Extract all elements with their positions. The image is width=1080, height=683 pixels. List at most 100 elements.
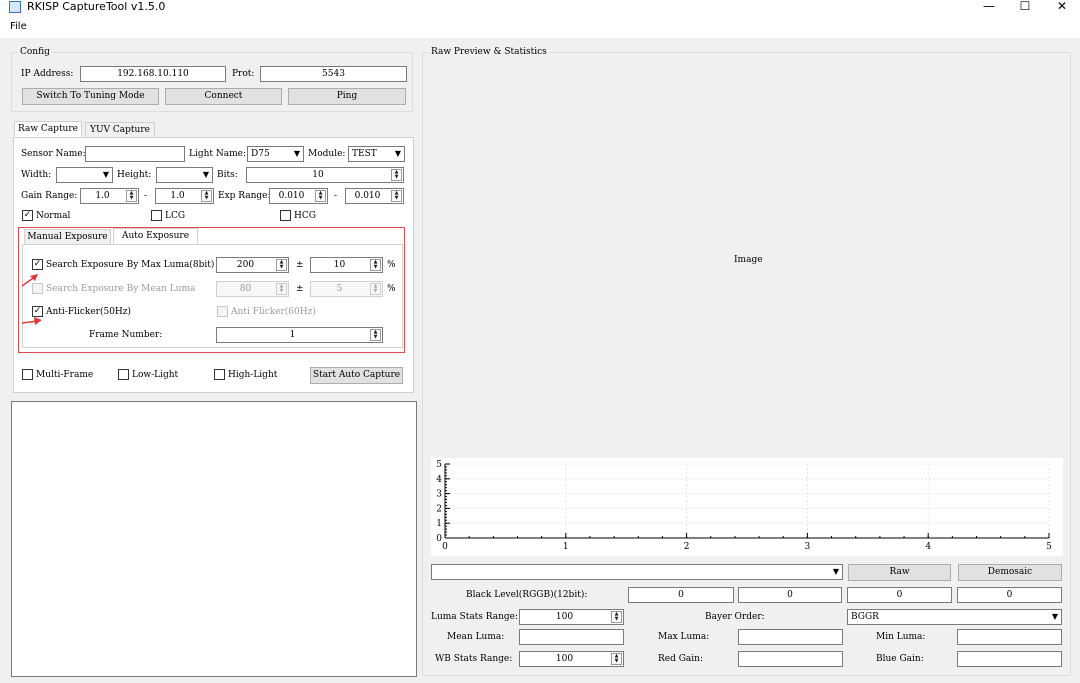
gain-max-value: 1.0 bbox=[170, 191, 185, 201]
spin-arrows-icon[interactable]: ▲ ▼ bbox=[370, 259, 381, 271]
tab-yuv-capture[interactable]: YUV Capture bbox=[85, 122, 155, 138]
connect-button[interactable]: Connect bbox=[165, 88, 282, 105]
window-title: RKISP CaptureTool v1.5.0 bbox=[27, 0, 166, 13]
raw-preview-title: Raw Preview & Statistics bbox=[429, 46, 549, 58]
module-value: TEST bbox=[352, 149, 377, 159]
x-tick-label: 1 bbox=[563, 542, 569, 552]
exp-min-spinbox[interactable]: 0.010 ▲ ▼ bbox=[269, 188, 328, 204]
bayer-order-label: Bayer Order: bbox=[705, 612, 765, 622]
low-light-label: Low-Light bbox=[132, 370, 179, 380]
subtab-manual-exposure[interactable]: Manual Exposure bbox=[24, 229, 111, 245]
module-combo[interactable]: TEST ▼ bbox=[348, 146, 405, 162]
maximize-button[interactable]: ☐ bbox=[1013, 0, 1037, 14]
width-combo[interactable]: ▼ bbox=[56, 167, 113, 183]
height-combo[interactable]: ▼ bbox=[156, 167, 213, 183]
spin-arrows-icon[interactable]: ▲ ▼ bbox=[391, 190, 402, 202]
raw-preview-group: Raw Preview & Statistics bbox=[422, 46, 1071, 676]
mean-luma-spinbox[interactable]: 80 ▲ ▼ bbox=[216, 281, 289, 297]
red-gain-field[interactable] bbox=[738, 651, 843, 667]
anti-flicker-60-label: Anti Flicker(60Hz) bbox=[231, 307, 316, 317]
spin-arrows-icon[interactable]: ▲ ▼ bbox=[370, 329, 381, 341]
chevron-down-icon: ▼ bbox=[832, 567, 839, 576]
black-level-gb[interactable]: 0 bbox=[847, 587, 952, 603]
exp-label: Exp Range: bbox=[218, 191, 271, 201]
luma-range-spinbox[interactable]: 100 ▲ ▼ bbox=[519, 609, 624, 625]
menu-bar: File bbox=[0, 18, 1080, 38]
raw-button[interactable]: Raw bbox=[848, 564, 951, 581]
subtab-auto-exposure[interactable]: Auto Exposure bbox=[113, 228, 198, 244]
start-auto-capture-button[interactable]: Start Auto Capture bbox=[310, 367, 403, 384]
high-light-label: High-Light bbox=[228, 370, 278, 380]
normal-checkbox[interactable]: ✓ bbox=[22, 210, 33, 221]
max-luma-tolerance-value: 10 bbox=[333, 260, 346, 270]
max-luma-tolerance-spinbox[interactable]: 10 ▲ ▼ bbox=[310, 257, 383, 273]
exp-max-value: 0.010 bbox=[354, 191, 381, 201]
blue-gain-field[interactable] bbox=[957, 651, 1062, 667]
max-luma-spinbox[interactable]: 200 ▲ ▼ bbox=[216, 257, 289, 273]
mean-luma-tolerance-spinbox[interactable]: 5 ▲ ▼ bbox=[310, 281, 383, 297]
gain-max-spinbox[interactable]: 1.0 ▲ ▼ bbox=[155, 188, 214, 204]
wb-range-spinbox[interactable]: 100 ▲ ▼ bbox=[519, 651, 624, 667]
normal-label: Normal bbox=[36, 211, 71, 221]
demosaic-button[interactable]: Demosaic bbox=[958, 564, 1062, 581]
mean-luma-tolerance-value: 5 bbox=[336, 284, 343, 294]
bayer-order-combo[interactable]: BGGR ▼ bbox=[847, 609, 1062, 625]
spin-arrows-icon[interactable]: ▲ ▼ bbox=[276, 283, 287, 295]
min-luma-stat-field[interactable] bbox=[957, 629, 1062, 645]
black-level-gr[interactable]: 0 bbox=[738, 587, 842, 603]
high-light-checkbox[interactable] bbox=[214, 369, 225, 380]
black-level-b[interactable]: 0 bbox=[957, 587, 1062, 603]
port-input[interactable]: 5543 bbox=[260, 66, 407, 82]
hcg-checkbox[interactable] bbox=[280, 210, 291, 221]
low-light-checkbox[interactable] bbox=[118, 369, 129, 380]
frame-number-value: 1 bbox=[289, 330, 296, 340]
spin-arrows-icon[interactable]: ▲ ▼ bbox=[611, 611, 622, 623]
spin-arrows-icon[interactable]: ▲ ▼ bbox=[201, 190, 212, 202]
bayer-order-value: BGGR bbox=[851, 612, 879, 622]
menu-file[interactable]: File bbox=[10, 21, 27, 32]
spin-arrows-icon[interactable]: ▲ ▼ bbox=[391, 169, 402, 181]
tab-raw-capture[interactable]: Raw Capture bbox=[14, 121, 82, 137]
mean-luma-stat-field[interactable] bbox=[519, 629, 624, 645]
anti-flicker-60-checkbox[interactable] bbox=[217, 306, 228, 317]
switch-tuning-button[interactable]: Switch To Tuning Mode bbox=[22, 88, 159, 105]
spin-arrows-icon[interactable]: ▲ ▼ bbox=[611, 653, 622, 665]
light-combo[interactable]: D75 ▼ bbox=[247, 146, 304, 162]
frame-number-spinbox[interactable]: 1 ▲ ▼ bbox=[216, 327, 383, 343]
y-tick-label: 4 bbox=[436, 475, 442, 485]
mean-luma-stat-label: Mean Luma: bbox=[447, 632, 505, 642]
y-tick-label: 1 bbox=[436, 519, 442, 529]
luma-range-label: Luma Stats Range: bbox=[431, 612, 519, 622]
spin-arrows-icon[interactable]: ▲ ▼ bbox=[126, 190, 137, 202]
spin-arrows-icon[interactable]: ▲ ▼ bbox=[315, 190, 326, 202]
anti-flicker-50-label: Anti-Flicker(50Hz) bbox=[46, 307, 132, 317]
spin-arrows-icon[interactable]: ▲ ▼ bbox=[276, 259, 287, 271]
bits-spinbox[interactable]: 10 ▲ ▼ bbox=[246, 167, 404, 183]
min-luma-stat-label: Min Luma: bbox=[876, 632, 926, 642]
max-luma-checkbox[interactable]: ✓ bbox=[32, 259, 43, 270]
sensor-input[interactable] bbox=[85, 146, 185, 162]
luma-histogram-chart: 0 1 2 3 4 5 0 1 2 3 4 5 bbox=[431, 458, 1063, 556]
config-title: Config bbox=[18, 46, 52, 58]
multi-frame-checkbox[interactable] bbox=[22, 369, 33, 380]
red-arrow-icon bbox=[21, 317, 42, 325]
blue-gain-label: Blue Gain: bbox=[876, 654, 924, 664]
minimize-button[interactable]: — bbox=[977, 0, 1001, 14]
exp-max-spinbox[interactable]: 0.010 ▲ ▼ bbox=[345, 188, 404, 204]
port-label: Prot: bbox=[232, 69, 255, 79]
module-label: Module: bbox=[308, 149, 346, 159]
ip-input[interactable]: 192.168.10.110 bbox=[80, 66, 226, 82]
x-tick-label: 4 bbox=[925, 542, 931, 552]
close-button[interactable]: ✕ bbox=[1050, 0, 1074, 14]
ping-button[interactable]: Ping bbox=[288, 88, 406, 105]
gain-min-spinbox[interactable]: 1.0 ▲ ▼ bbox=[80, 188, 139, 204]
red-gain-label: Red Gain: bbox=[658, 654, 703, 664]
channel-combo[interactable]: ▼ bbox=[431, 564, 843, 580]
lcg-checkbox[interactable] bbox=[151, 210, 162, 221]
black-level-r[interactable]: 0 bbox=[628, 587, 734, 603]
spin-arrows-icon[interactable]: ▲ ▼ bbox=[370, 283, 381, 295]
chevron-down-icon: ▼ bbox=[394, 149, 401, 158]
log-area[interactable] bbox=[11, 401, 417, 677]
max-luma-stat-field[interactable] bbox=[738, 629, 843, 645]
plus-minus: ± bbox=[296, 284, 304, 294]
